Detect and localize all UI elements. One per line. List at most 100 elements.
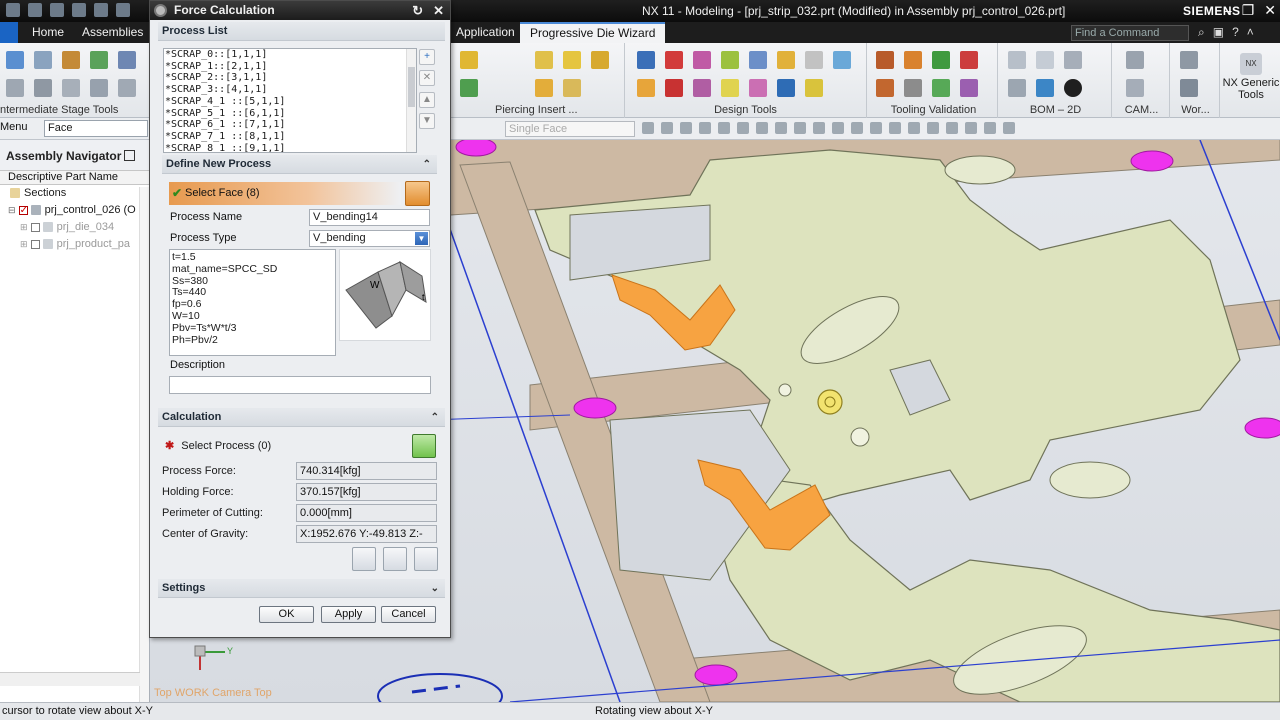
design-tool-icon[interactable] <box>637 79 655 97</box>
design-tool-icon[interactable] <box>805 79 823 97</box>
navigator-vertical-scrollbar[interactable] <box>139 187 149 702</box>
close-icon[interactable]: ✕ <box>1264 2 1276 19</box>
design-tool-icon[interactable] <box>833 51 851 69</box>
file-tab[interactable] <box>0 22 18 43</box>
snap-icon[interactable] <box>794 122 806 134</box>
column-header[interactable]: Descriptive Part Name <box>0 170 149 185</box>
view-icon[interactable] <box>965 122 977 134</box>
snap-icon[interactable] <box>699 122 711 134</box>
snap-icon[interactable] <box>813 122 825 134</box>
piercing-icon[interactable] <box>460 79 478 97</box>
stage-tool-icon[interactable] <box>62 51 80 69</box>
chevron-up-icon[interactable]: ˄ <box>1247 25 1254 40</box>
cam-icon[interactable] <box>1126 79 1144 97</box>
section-settings[interactable]: Settings ⌄ <box>158 579 445 598</box>
validation-icon[interactable] <box>876 51 894 69</box>
section-define-new-process[interactable]: Define New Process ⌃ <box>162 155 437 174</box>
piercing-icon[interactable] <box>535 79 553 97</box>
stage-tool-icon[interactable] <box>34 79 52 97</box>
export-report-icon[interactable] <box>352 547 376 571</box>
close-icon[interactable]: ✕ <box>433 1 444 20</box>
validation-icon[interactable] <box>960 51 978 69</box>
list-item[interactable]: *SCRAP_6_1 ::[7,1,1] <box>165 119 416 131</box>
list-item[interactable]: *SCRAP_1::[2,1,1] <box>165 61 416 73</box>
navigator-horizontal-scrollbar[interactable] <box>0 672 140 686</box>
snap-icon[interactable] <box>870 122 882 134</box>
piercing-icon[interactable] <box>591 51 609 69</box>
chevron-down-icon[interactable]: ▼ <box>415 232 428 245</box>
section-process-list[interactable]: Process List <box>158 22 445 41</box>
bom-icon[interactable] <box>1064 51 1082 69</box>
design-tool-icon[interactable] <box>721 51 739 69</box>
snap-icon[interactable] <box>775 122 787 134</box>
report-document-icon[interactable] <box>383 547 407 571</box>
help-icon[interactable]: ? <box>1232 25 1239 40</box>
redo-icon[interactable] <box>50 3 64 17</box>
list-item[interactable]: *SCRAP_8_1 ::[9,1,1] <box>165 143 416 152</box>
list-scrollbar[interactable] <box>406 49 416 152</box>
scroll-thumb[interactable] <box>408 67 415 107</box>
tree-row-die[interactable]: ⊞ prj_die_034 <box>0 219 149 236</box>
piercing-icon[interactable] <box>535 51 553 69</box>
stage-tool-icon[interactable] <box>90 51 108 69</box>
chevron-up-icon[interactable]: ⌃ <box>431 408 439 427</box>
move-down-icon[interactable]: ▼ <box>419 113 435 129</box>
snap-icon[interactable] <box>642 122 654 134</box>
validation-icon[interactable] <box>904 51 922 69</box>
paste-icon[interactable] <box>116 3 130 17</box>
tab-assemblies[interactable]: Assemblies <box>72 22 153 43</box>
visibility-checkbox[interactable] <box>18 202 28 219</box>
piercing-icon[interactable] <box>563 51 581 69</box>
chevron-down-icon[interactable]: ⌄ <box>431 579 439 598</box>
save-icon[interactable] <box>6 3 20 17</box>
section-calculation[interactable]: Calculation ⌃ <box>158 408 445 427</box>
visibility-checkbox[interactable] <box>30 239 40 249</box>
design-tool-icon[interactable] <box>637 51 655 69</box>
menu-button[interactable]: Menu <box>0 121 28 133</box>
collapse-icon[interactable]: ⊟ <box>8 205 16 215</box>
validation-icon[interactable] <box>876 79 894 97</box>
process-name-input[interactable]: V_bending14 <box>309 209 430 226</box>
snap-icon[interactable] <box>851 122 863 134</box>
stage-tool-icon[interactable] <box>34 51 52 69</box>
stage-tool-icon[interactable] <box>90 79 108 97</box>
design-tool-icon[interactable] <box>749 51 767 69</box>
work-icon[interactable] <box>1180 79 1198 97</box>
visibility-checkbox[interactable] <box>30 222 40 232</box>
snap-icon[interactable] <box>889 122 901 134</box>
tab-progressive-die-wizard[interactable]: Progressive Die Wizard <box>520 22 666 43</box>
chevron-up-icon[interactable]: ⌃ <box>423 155 431 174</box>
description-input[interactable] <box>169 376 431 394</box>
add-process-icon[interactable]: + <box>419 49 435 65</box>
face-selection-icon[interactable] <box>405 181 430 206</box>
expand-icon[interactable]: ⊞ <box>20 239 28 249</box>
piercing-icon[interactable] <box>460 51 478 69</box>
nx-generic-tools-button[interactable]: NX NX Generic Tools <box>1222 53 1280 101</box>
ok-button[interactable]: OK <box>259 606 314 623</box>
stage-tool-icon[interactable] <box>6 51 24 69</box>
design-tool-icon[interactable] <box>665 51 683 69</box>
design-tool-icon[interactable] <box>693 51 711 69</box>
cam-icon[interactable] <box>1126 51 1144 69</box>
work-icon[interactable] <box>1180 51 1198 69</box>
undo-icon[interactable] <box>28 3 42 17</box>
formula-textarea[interactable]: t=1.5 mat_name=SPCC_SD Ss=380 Ts=440 fp=… <box>169 249 336 356</box>
design-tool-icon[interactable] <box>693 79 711 97</box>
stage-tool-icon[interactable] <box>118 79 136 97</box>
list-item[interactable]: *SCRAP_2::[3,1,1] <box>165 72 416 84</box>
design-tool-icon[interactable] <box>777 51 795 69</box>
list-item[interactable]: *SCRAP_4_1 ::[5,1,1] <box>165 96 416 108</box>
copy-icon[interactable] <box>94 3 108 17</box>
tab-application[interactable]: Application <box>446 22 525 43</box>
list-item[interactable]: *SCRAP_7_1 ::[8,1,1] <box>165 131 416 143</box>
design-tool-icon[interactable] <box>721 79 739 97</box>
view-icon[interactable] <box>946 122 958 134</box>
cancel-button[interactable]: Cancel <box>381 606 436 623</box>
snap-icon[interactable] <box>718 122 730 134</box>
expand-icon[interactable]: ⊞ <box>20 222 28 232</box>
list-item[interactable]: *SCRAP_3::[4,1,1] <box>165 84 416 96</box>
stage-tool-icon[interactable] <box>6 79 24 97</box>
view-icon[interactable] <box>984 122 996 134</box>
piercing-icon[interactable] <box>563 79 581 97</box>
delete-process-icon[interactable]: ✕ <box>419 70 435 86</box>
